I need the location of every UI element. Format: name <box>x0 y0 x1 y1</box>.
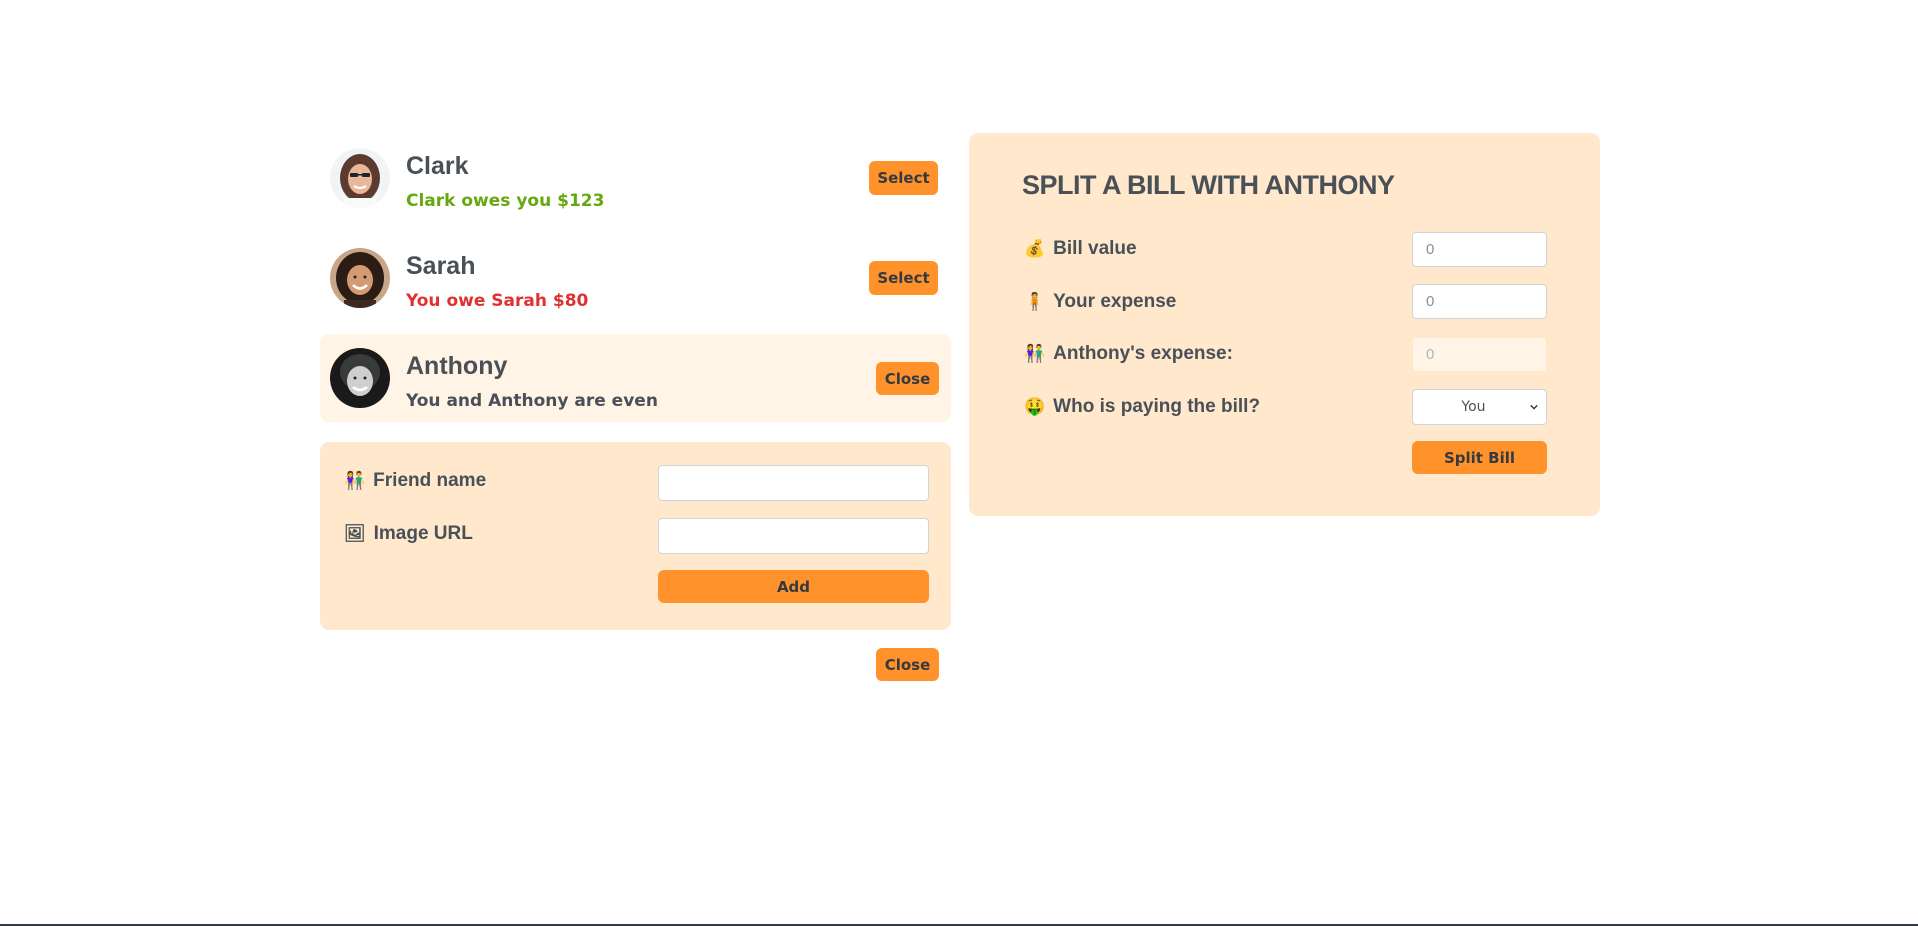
image-url-label: 🖼 Image URL <box>344 523 473 545</box>
your-expense-label: 🧍 Your expense <box>1024 291 1176 313</box>
friend-balance-status: You owe Sarah $80 <box>406 291 589 311</box>
image-url-input[interactable] <box>658 518 929 554</box>
friend-expense-label: 👫 Anthony's expense: <box>1024 343 1233 365</box>
friend-item-anthony: Anthony You and Anthony are even Close <box>320 334 951 422</box>
who-is-paying-selected-value: You <box>1461 399 1486 415</box>
friend-balance-status: Clark owes you $123 <box>406 191 605 211</box>
friend-expense-input: 0 <box>1412 337 1547 372</box>
avatar <box>330 148 390 208</box>
who-is-paying-label: 🤑 Who is paying the bill? <box>1024 396 1260 418</box>
friend-name-input[interactable] <box>658 465 929 501</box>
money-mouth-face-icon: 🤑 <box>1024 397 1046 417</box>
friend-name: Clark <box>406 152 469 180</box>
chevron-down-icon <box>1530 404 1538 410</box>
person-standing-icon: 🧍 <box>1024 292 1046 312</box>
your-expense-label-text: Your expense <box>1053 291 1177 312</box>
avatar <box>330 248 390 308</box>
select-friend-button[interactable]: Select <box>869 161 938 195</box>
friend-name-label: 👫 Friend name <box>344 470 486 492</box>
friend-item-clark: Clark Clark owes you $123 Select <box>320 134 951 222</box>
framed-picture-icon: 🖼 <box>344 524 366 544</box>
split-bill-title: SPLIT A BILL WITH ANTHONY <box>1022 170 1395 200</box>
your-expense-input[interactable]: 0 <box>1412 284 1547 319</box>
money-bag-icon: 💰 <box>1024 239 1046 259</box>
friend-name: Anthony <box>406 352 508 380</box>
add-friend-button[interactable]: Add <box>658 570 929 603</box>
select-friend-button[interactable]: Select <box>869 261 938 295</box>
bill-value-label-text: Bill value <box>1053 238 1137 259</box>
image-url-label-text: Image URL <box>373 523 473 544</box>
friend-name-label-text: Friend name <box>373 470 487 491</box>
close-add-friend-button[interactable]: Close <box>876 648 939 681</box>
people-holding-hands-icon: 👫 <box>344 471 366 491</box>
add-friend-form: 👫 Friend name 🖼 Image URL Add <box>320 442 951 630</box>
avatar <box>330 348 390 408</box>
split-bill-button[interactable]: Split Bill <box>1412 441 1547 474</box>
people-holding-hands-icon: 👫 <box>1024 344 1046 364</box>
friend-expense-label-text: Anthony's expense: <box>1053 343 1233 364</box>
who-is-paying-select[interactable]: You <box>1412 389 1547 425</box>
friend-item-sarah: Sarah You owe Sarah $80 Select <box>320 234 951 322</box>
friend-balance-status: You and Anthony are even <box>406 391 658 411</box>
bill-value-input[interactable]: 0 <box>1412 232 1547 267</box>
close-friend-button[interactable]: Close <box>876 362 939 395</box>
friend-name: Sarah <box>406 252 476 280</box>
who-is-paying-label-text: Who is paying the bill? <box>1053 396 1261 417</box>
bill-value-label: 💰 Bill value <box>1024 238 1137 260</box>
